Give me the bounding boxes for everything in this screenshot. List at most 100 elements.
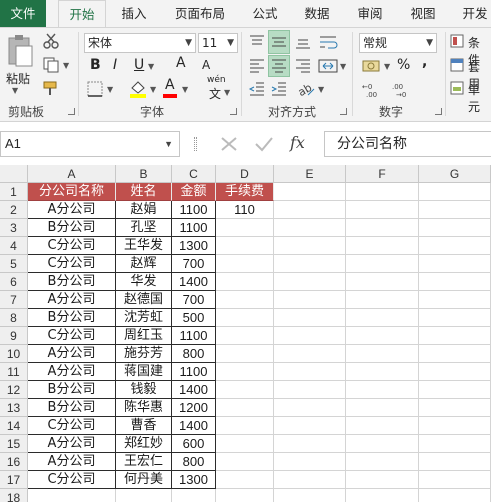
currency-icon[interactable] (362, 58, 384, 76)
cell-g18[interactable] (419, 489, 491, 502)
cell-g17[interactable] (419, 471, 491, 489)
cell-d8[interactable] (216, 309, 274, 327)
cell-a4[interactable]: C分公司 (28, 237, 116, 255)
orientation-dropdown-icon[interactable]: ▼ (318, 85, 324, 94)
row-header-12[interactable]: 12 (0, 381, 28, 399)
cell-e18[interactable] (274, 489, 346, 502)
number-format-dropdown-icon[interactable]: ▼ (426, 34, 433, 52)
percent-button[interactable]: % (397, 57, 410, 73)
cell-e1[interactable] (274, 183, 346, 201)
cell-f16[interactable] (346, 453, 419, 471)
tab-developer[interactable]: 开发 (455, 0, 491, 27)
cell-g7[interactable] (419, 291, 491, 309)
format-painter-icon[interactable] (42, 80, 60, 96)
cell-c11[interactable]: 1100 (172, 363, 216, 381)
cell-e15[interactable] (274, 435, 346, 453)
column-header-c[interactable]: C (172, 165, 216, 183)
row-header-13[interactable]: 13 (0, 399, 28, 417)
row-header-18[interactable]: 18 (0, 489, 28, 502)
cell-b15[interactable]: 郑红妙 (116, 435, 172, 453)
cell-a9[interactable]: C分公司 (28, 327, 116, 345)
paste-dropdown-icon[interactable]: ▼ (12, 86, 18, 95)
align-center-button[interactable] (268, 55, 290, 77)
underline-button[interactable]: U (134, 57, 144, 73)
cell-d13[interactable] (216, 399, 274, 417)
number-launcher-icon[interactable] (435, 108, 442, 115)
cell-a6[interactable]: B分公司 (28, 273, 116, 291)
paste-icon[interactable] (6, 34, 34, 68)
cell-a7[interactable]: A分公司 (28, 291, 116, 309)
tab-home[interactable]: 开始 (58, 0, 106, 28)
cell-c3[interactable]: 1100 (172, 219, 216, 237)
row-header-11[interactable]: 11 (0, 363, 28, 381)
row-header-14[interactable]: 14 (0, 417, 28, 435)
row-header-17[interactable]: 17 (0, 471, 28, 489)
cell-d14[interactable] (216, 417, 274, 435)
cell-d3[interactable] (216, 219, 274, 237)
cell-c6[interactable]: 1400 (172, 273, 216, 291)
cell-e17[interactable] (274, 471, 346, 489)
cell-b11[interactable]: 蒋国建 (116, 363, 172, 381)
cell-f4[interactable] (346, 237, 419, 255)
cell-f17[interactable] (346, 471, 419, 489)
cell-c12[interactable]: 1400 (172, 381, 216, 399)
cell-d17[interactable] (216, 471, 274, 489)
row-header-5[interactable]: 5 (0, 255, 28, 273)
cell-f5[interactable] (346, 255, 419, 273)
align-left-icon[interactable] (248, 58, 266, 74)
cell-c1[interactable]: 金额 (172, 183, 216, 201)
cell-c7[interactable]: 700 (172, 291, 216, 309)
row-header-15[interactable]: 15 (0, 435, 28, 453)
formula-bar-grip[interactable] (194, 137, 197, 151)
cell-d16[interactable] (216, 453, 274, 471)
clipboard-launcher-icon[interactable] (68, 108, 75, 115)
cell-b16[interactable]: 王宏仁 (116, 453, 172, 471)
column-header-f[interactable]: F (346, 165, 419, 183)
cell-f6[interactable] (346, 273, 419, 291)
cell-e7[interactable] (274, 291, 346, 309)
cell-d10[interactable] (216, 345, 274, 363)
italic-button[interactable]: I (113, 57, 117, 73)
cell-g13[interactable] (419, 399, 491, 417)
borders-dropdown-icon[interactable]: ▼ (107, 85, 113, 94)
cell-b4[interactable]: 王华发 (116, 237, 172, 255)
paste-button-label[interactable]: 粘贴 (6, 70, 30, 87)
tab-page-layout[interactable]: 页面布局 (168, 0, 232, 27)
column-header-d[interactable]: D (216, 165, 274, 183)
cell-d9[interactable] (216, 327, 274, 345)
tab-data[interactable]: 数据 (296, 0, 338, 27)
row-header-8[interactable]: 8 (0, 309, 28, 327)
font-color-button[interactable]: A (165, 77, 175, 93)
align-top-icon[interactable] (248, 34, 266, 50)
cell-a11[interactable]: A分公司 (28, 363, 116, 381)
cell-b3[interactable]: 孔坚 (116, 219, 172, 237)
name-box-dropdown-icon[interactable]: ▼ (164, 132, 173, 156)
increase-indent-icon[interactable] (270, 81, 288, 97)
cell-g14[interactable] (419, 417, 491, 435)
cell-e4[interactable] (274, 237, 346, 255)
comma-button[interactable]: , (422, 54, 427, 70)
name-box[interactable]: A1 ▼ (0, 131, 180, 157)
column-header-g[interactable]: G (419, 165, 491, 183)
cell-a17[interactable]: C分公司 (28, 471, 116, 489)
alignment-launcher-icon[interactable] (340, 108, 347, 115)
cell-a2[interactable]: A分公司 (28, 201, 116, 219)
phonetic-guide-top[interactable]: wén (207, 75, 226, 85)
cell-e11[interactable] (274, 363, 346, 381)
cell-g10[interactable] (419, 345, 491, 363)
cell-f1[interactable] (346, 183, 419, 201)
row-header-7[interactable]: 7 (0, 291, 28, 309)
cell-e9[interactable] (274, 327, 346, 345)
decrease-decimal-icon[interactable]: .00 →0 (392, 81, 418, 99)
cell-g5[interactable] (419, 255, 491, 273)
cell-e16[interactable] (274, 453, 346, 471)
cancel-entry-icon[interactable] (220, 136, 238, 152)
cell-e3[interactable] (274, 219, 346, 237)
tab-view[interactable]: 视图 (402, 0, 444, 27)
row-header-9[interactable]: 9 (0, 327, 28, 345)
bold-button[interactable]: B (90, 57, 101, 73)
cell-f8[interactable] (346, 309, 419, 327)
cell-f18[interactable] (346, 489, 419, 502)
cell-d6[interactable] (216, 273, 274, 291)
cell-d12[interactable] (216, 381, 274, 399)
